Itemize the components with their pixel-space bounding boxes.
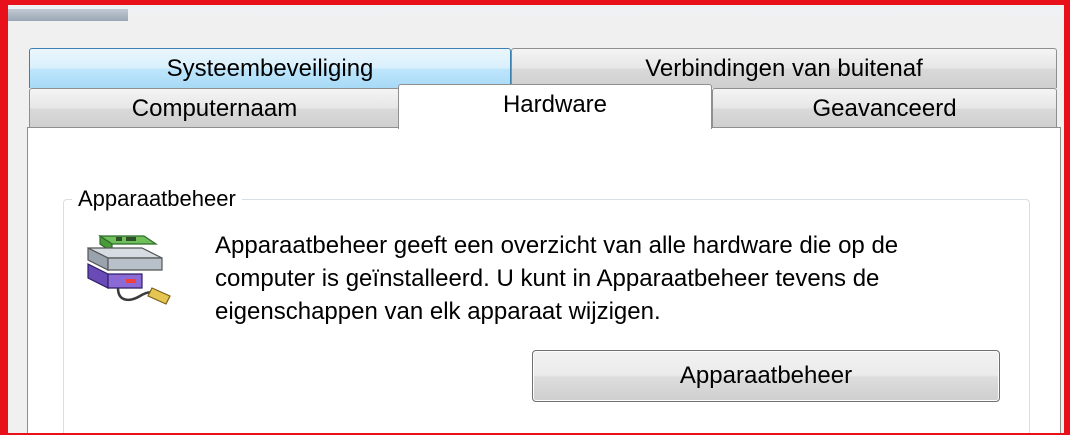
device-manager-button[interactable]: Apparaatbeheer	[532, 350, 1000, 402]
highlight-frame-left	[0, 0, 8, 435]
tab-verbindingen-van-buitenaf[interactable]: Verbindingen van buitenaf	[511, 48, 1057, 88]
tab-systeembeveiliging[interactable]: Systeembeveiliging	[29, 48, 511, 88]
window-titlebar	[8, 5, 1064, 23]
description-line: computer is geïnstalleerd. U kunt in App…	[215, 265, 880, 292]
highlight-frame-right	[1064, 0, 1070, 435]
button-label: Apparaatbeheer	[679, 362, 853, 389]
device-manager-icon	[87, 234, 171, 305]
description-line: eigenschappen van elk apparaat wijzigen.	[215, 298, 661, 325]
groupbox-title: Apparaatbeheer	[72, 186, 242, 212]
tab-hardware[interactable]: Hardware	[398, 84, 712, 129]
tab-label: Geavanceerd	[812, 94, 957, 122]
tab-label: Verbindingen van buitenaf	[645, 54, 923, 82]
tab-label: Computernaam	[131, 94, 298, 122]
tab-computernaam[interactable]: Computernaam	[29, 88, 400, 128]
titlebar-accent	[8, 9, 128, 21]
tab-geavanceerd[interactable]: Geavanceerd	[712, 88, 1057, 128]
tab-label: Systeembeveiliging	[166, 54, 374, 82]
tab-label: Hardware	[502, 91, 608, 118]
device-manager-description: Apparaatbeheer geeft een overzicht van a…	[215, 229, 1015, 328]
description-line: Apparaatbeheer geeft een overzicht van a…	[215, 232, 899, 259]
